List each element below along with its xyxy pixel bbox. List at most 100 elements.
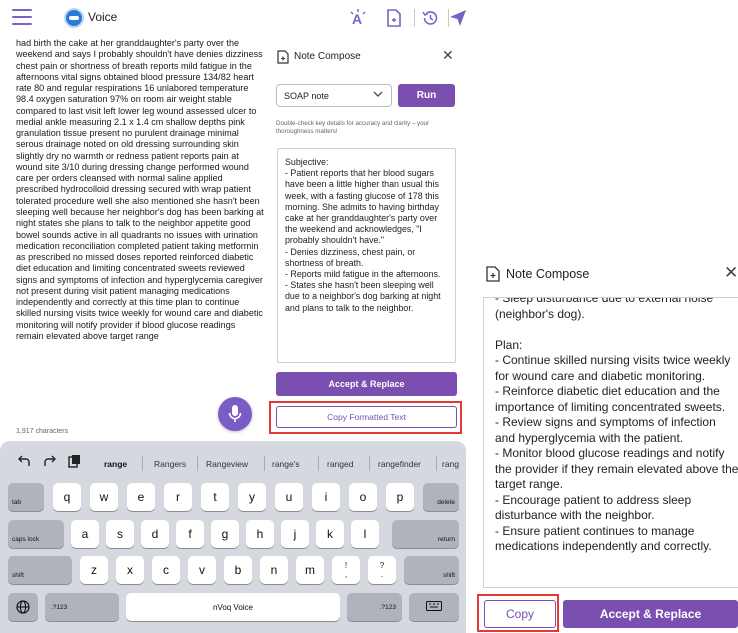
accuracy-hint: Double-check key details for accuracy an…: [276, 120, 430, 135]
soap-note-text[interactable]: Subjective: - Patient reports that her b…: [277, 148, 456, 363]
key-q[interactable]: q: [53, 483, 81, 511]
key-v[interactable]: v: [188, 556, 216, 584]
undo-icon[interactable]: [16, 453, 32, 469]
note-line: Plan:: [495, 337, 523, 352]
key-z[interactable]: z: [80, 556, 108, 584]
note-line: - States she hasn't been sleeping well d…: [285, 280, 441, 313]
note-blank-line: [495, 322, 738, 338]
key-h[interactable]: h: [246, 520, 274, 548]
suggestion-item[interactable]: Rangers: [154, 459, 186, 469]
close-icon[interactable]: ✕: [442, 48, 454, 62]
key-l[interactable]: l: [351, 520, 379, 548]
close-icon[interactable]: ✕: [724, 264, 738, 281]
soap-note-text[interactable]: - Sleep disturbance due to external nois…: [483, 297, 738, 588]
key-p[interactable]: p: [386, 483, 414, 511]
key-m[interactable]: m: [296, 556, 324, 584]
key-b[interactable]: b: [224, 556, 252, 584]
space-key[interactable]: nVoq Voice: [126, 593, 340, 621]
redo-icon[interactable]: [42, 453, 58, 469]
send-icon[interactable]: [446, 6, 470, 30]
key-e[interactable]: e: [127, 483, 155, 511]
key-i[interactable]: i: [312, 483, 340, 511]
spellcheck-icon[interactable]: A: [346, 6, 370, 30]
key-k[interactable]: k: [316, 520, 344, 548]
panel-title: Note Compose: [294, 51, 361, 62]
numbers-key-left[interactable]: .?123: [45, 593, 119, 621]
suggestion-item[interactable]: rangefinder: [378, 459, 421, 469]
keyboard-toolbar: range Rangers Rangeview range's ranged r…: [0, 441, 466, 481]
suggestion-item[interactable]: rang: [442, 459, 459, 469]
note-line: - Encourage patient to address sleep dis…: [495, 492, 692, 523]
note-line: - Reinforce diabetic diet education and …: [495, 384, 726, 414]
microphone-button[interactable]: [218, 397, 252, 431]
note-document-icon: [277, 50, 289, 64]
key-x[interactable]: x: [116, 556, 144, 584]
note-line: - Ensure patient continues to manage med…: [495, 523, 712, 554]
note-line: - Sleep disturbance due to external nois…: [495, 297, 714, 321]
clipboard-icon[interactable]: [66, 453, 82, 469]
toolbar-divider: [414, 9, 415, 27]
panel-title: Note Compose: [506, 267, 590, 281]
on-screen-keyboard: range Rangers Rangeview range's ranged r…: [0, 441, 466, 633]
key-f[interactable]: f: [176, 520, 204, 548]
return-key[interactable]: return: [392, 520, 459, 548]
key-r[interactable]: r: [164, 483, 192, 511]
suggestion-item[interactable]: ranged: [327, 459, 353, 469]
key-c[interactable]: c: [152, 556, 180, 584]
suggestion-item[interactable]: range: [104, 459, 127, 469]
character-count: 1,917 characters: [16, 428, 69, 435]
accept-replace-button[interactable]: Accept & Replace: [563, 600, 738, 628]
note-line: Subjective:: [285, 157, 329, 167]
key-t[interactable]: t: [201, 483, 229, 511]
key-o[interactable]: o: [349, 483, 377, 511]
shift-key-left[interactable]: shift: [8, 556, 72, 584]
note-line: - Review signs and symptoms of infection…: [495, 415, 716, 445]
microphone-icon: [228, 405, 242, 422]
key-a[interactable]: a: [71, 520, 99, 548]
suggestion-divider: [264, 456, 265, 471]
dictation-text[interactable]: had birth the cake at her granddaughter'…: [16, 38, 265, 424]
key-g[interactable]: g: [211, 520, 239, 548]
key-n[interactable]: n: [260, 556, 288, 584]
document-icon[interactable]: [382, 6, 406, 30]
globe-key[interactable]: [8, 593, 38, 621]
copy-button[interactable]: Copy: [484, 600, 556, 628]
key-period[interactable]: ? .: [368, 556, 396, 584]
key-label: .: [380, 570, 384, 579]
key-w[interactable]: w: [90, 483, 118, 511]
key-u[interactable]: u: [275, 483, 303, 511]
key-s[interactable]: s: [106, 520, 134, 548]
key-comma[interactable]: ! ,: [332, 556, 360, 584]
copy-formatted-text-button[interactable]: Copy Formatted Text: [276, 406, 457, 428]
suggestion-item[interactable]: Rangeview: [206, 459, 248, 469]
delete-key[interactable]: delete: [423, 483, 459, 511]
note-template-value: SOAP note: [284, 91, 329, 101]
suggestion-divider: [142, 456, 143, 471]
tab-key[interactable]: tab: [8, 483, 44, 511]
app-title: Voice: [88, 10, 118, 24]
suggestion-divider: [197, 456, 198, 471]
note-line: - Reports mild fatigue in the afternoons…: [285, 269, 441, 280]
note-compose-panel: Note Compose ✕ SOAP note Run Double-chec…: [268, 40, 464, 438]
suggestion-divider: [318, 456, 319, 471]
suggestion-divider: [436, 456, 437, 471]
history-icon[interactable]: [418, 6, 442, 30]
key-y[interactable]: y: [238, 483, 266, 511]
hide-keyboard-key[interactable]: [409, 593, 459, 621]
caps-lock-key[interactable]: caps lock: [8, 520, 64, 548]
note-line: - Denies dizziness, chest pain, or short…: [285, 246, 416, 268]
run-button[interactable]: Run: [398, 84, 455, 107]
key-j[interactable]: j: [281, 520, 309, 548]
note-line: - Continue skilled nursing visits twice …: [495, 353, 731, 383]
accept-replace-button[interactable]: Accept & Replace: [276, 372, 457, 396]
note-template-select[interactable]: SOAP note: [276, 84, 392, 107]
shift-key-right[interactable]: shift: [404, 556, 459, 584]
menu-icon[interactable]: [12, 9, 32, 25]
key-d[interactable]: d: [141, 520, 169, 548]
note-line: - Patient reports that her blood sugars …: [285, 168, 439, 246]
suggestion-item[interactable]: range's: [272, 459, 300, 469]
key-label: !: [344, 561, 348, 570]
note-compose-panel-zoomed: Note Compose ✕ - Sleep disturbance due t…: [476, 255, 738, 633]
keyboard-hide-icon: [426, 601, 442, 611]
numbers-key-right[interactable]: .?123: [347, 593, 402, 621]
